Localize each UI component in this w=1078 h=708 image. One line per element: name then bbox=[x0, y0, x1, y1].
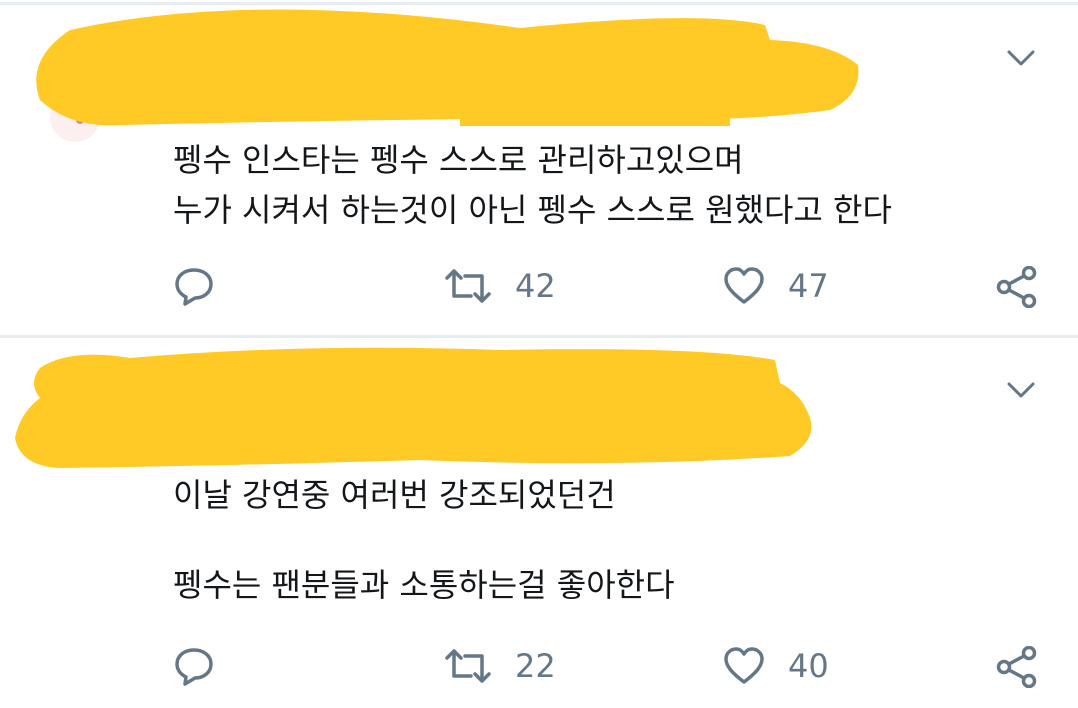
heart-icon bbox=[724, 267, 764, 304]
like-button[interactable]: 40 bbox=[722, 646, 829, 686]
retweet-count: 42 bbox=[515, 267, 556, 305]
tweet-text: 이날 강연중 여러번 강조되었던건 펭수는 팬분들과 소통하는걸 좋아한다 bbox=[173, 473, 675, 608]
tweet-text-line: 누가 시켜서 하는것이 아닌 펭수 스스로 원했다고 한다 bbox=[173, 191, 892, 229]
retweet-count: 22 bbox=[515, 647, 556, 685]
tweet[interactable]: 펭수 인스타는 펭수 스스로 관리하고있으며 누가 시켜서 하는것이 아닌 펭수… bbox=[0, 0, 1078, 335]
tweet[interactable]: 이날 강연중 여러번 강조되었던건 펭수는 팬분들과 소통하는걸 좋아한다 22… bbox=[0, 338, 1078, 708]
like-count: 40 bbox=[788, 647, 829, 685]
tweet-menu-chevron[interactable] bbox=[1003, 46, 1039, 70]
like-count: 47 bbox=[788, 267, 829, 305]
retweet-button[interactable]: 22 bbox=[443, 646, 556, 686]
share-icon bbox=[996, 646, 1037, 688]
share-icon bbox=[996, 266, 1037, 308]
heart-icon bbox=[724, 647, 764, 684]
tweet-timeline: 펭수 인스타는 펭수 스스로 관리하고있으며 누가 시켜서 하는것이 아닌 펭수… bbox=[0, 0, 1078, 708]
reply-button[interactable] bbox=[173, 646, 215, 686]
redaction-scribble bbox=[36, 9, 859, 126]
tweet-text-line: 이날 강연중 여러번 강조되었던건 bbox=[173, 476, 616, 514]
tweet-text: 펭수 인스타는 펭수 스스로 관리하고있으며 누가 시켜서 하는것이 아닌 펭수… bbox=[173, 135, 892, 235]
chevron-down-icon bbox=[1007, 382, 1035, 398]
retweet-icon bbox=[445, 269, 491, 303]
retweet-button[interactable]: 42 bbox=[443, 266, 556, 306]
share-button[interactable] bbox=[996, 266, 1038, 308]
tweet-text-line: 펭수 인스타는 펭수 스스로 관리하고있으며 bbox=[173, 141, 744, 179]
reply-button[interactable] bbox=[173, 266, 215, 306]
like-button[interactable]: 47 bbox=[722, 266, 829, 306]
redaction-scribble bbox=[15, 347, 812, 468]
chevron-down-icon bbox=[1007, 50, 1035, 66]
reply-icon bbox=[175, 268, 213, 306]
reply-icon bbox=[175, 648, 213, 686]
retweet-icon bbox=[445, 649, 491, 683]
share-button[interactable] bbox=[996, 646, 1038, 688]
tweet-menu-chevron[interactable] bbox=[1003, 378, 1039, 402]
tweet-text-line: 펭수는 팬분들과 소통하는걸 좋아한다 bbox=[173, 566, 675, 604]
